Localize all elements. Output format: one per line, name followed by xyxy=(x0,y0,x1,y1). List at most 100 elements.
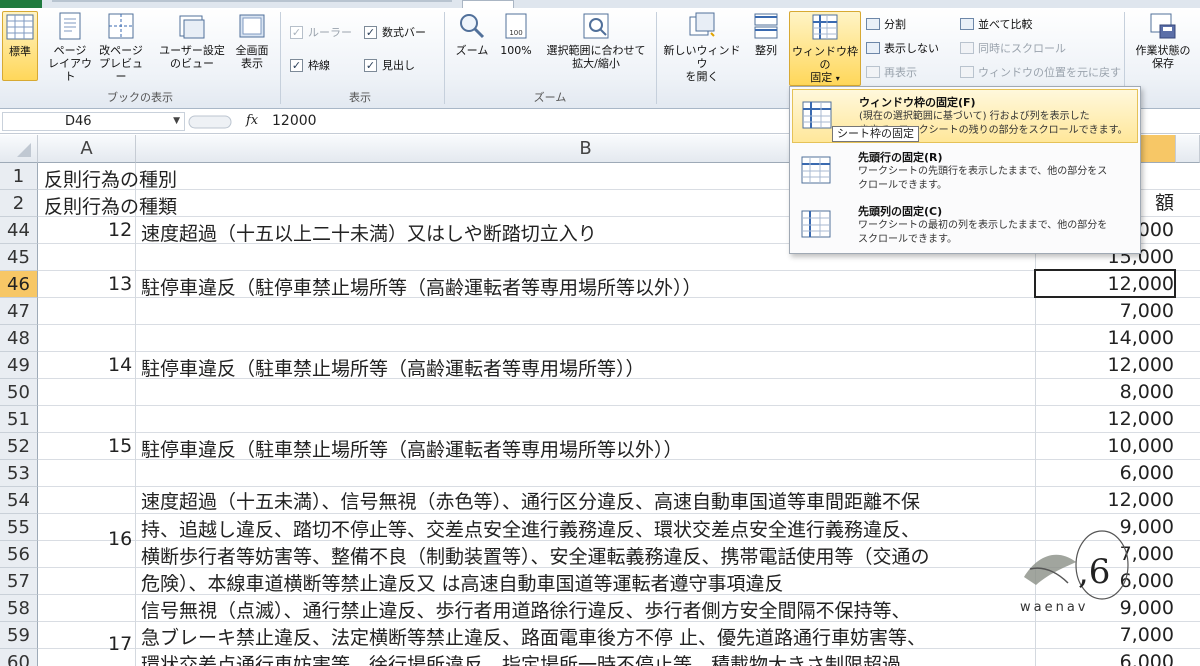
reset-window-position-button[interactable]: ウィンドウの位置を元に戻す xyxy=(960,64,1121,80)
row-header-2[interactable]: 2 xyxy=(0,190,38,217)
cell-d50[interactable]: 8,000 xyxy=(1036,379,1176,406)
column-header-e[interactable] xyxy=(1176,135,1200,163)
row-header-55[interactable]: 55 xyxy=(0,514,38,541)
cell-a44-number[interactable]: 12 xyxy=(108,219,132,241)
cell-b44-text[interactable]: 速度超過（十五以上二十未満）又はしや断踏切立入り xyxy=(141,219,597,246)
page-layout-button[interactable]: ページ レイアウト xyxy=(44,11,96,83)
cell-a16-number[interactable]: 16 xyxy=(108,528,132,550)
zoom-100-button[interactable]: 100 100% xyxy=(496,11,536,57)
view-side-by-side-button[interactable]: 並べて比較 xyxy=(960,16,1033,32)
unhide-window-button[interactable]: 再表示 xyxy=(866,64,917,80)
cell-a49-number[interactable]: 14 xyxy=(108,354,132,376)
arrange-button[interactable]: 整列 xyxy=(746,11,786,57)
row-header-48[interactable]: 48 xyxy=(0,325,38,352)
row-header-59[interactable]: 59 xyxy=(0,622,38,649)
cell-d47[interactable]: 7,000 xyxy=(1036,298,1176,325)
cell-a57[interactable] xyxy=(38,568,136,595)
cell-b56-line[interactable]: 横断歩行者等妨害等、整備不良（制動装置等）、安全運転義務違反、携帯電話使用等（交… xyxy=(141,542,930,569)
row-header-52[interactable]: 52 xyxy=(0,433,38,460)
cell-d60[interactable]: 6,000 xyxy=(1036,649,1176,666)
chevron-down-icon[interactable]: ▼ xyxy=(173,113,180,130)
full-screen-button[interactable]: 全画面 表示 xyxy=(230,11,274,70)
active-cell-d46[interactable] xyxy=(1034,269,1176,298)
cell-a52-number[interactable]: 15 xyxy=(108,435,132,457)
cell-d52[interactable]: 10,000 xyxy=(1036,433,1176,460)
row-header-58[interactable]: 58 xyxy=(0,595,38,622)
file-tab[interactable] xyxy=(0,0,42,8)
cell-d51[interactable]: 12,000 xyxy=(1036,406,1176,433)
cell-a54[interactable] xyxy=(38,487,136,514)
custom-views-button[interactable]: ユーザー設定 のビュー xyxy=(156,11,228,70)
row-header-1[interactable]: 1 xyxy=(0,163,38,190)
row-header-53[interactable]: 53 xyxy=(0,460,38,487)
freeze-panes-button[interactable]: ウィンドウ枠の 固定 ▾ xyxy=(789,11,861,86)
cell-d59[interactable]: 7,000 xyxy=(1036,622,1176,649)
cell-a1-text[interactable]: 反則行為の種別 xyxy=(44,165,177,192)
cell-b53[interactable] xyxy=(136,460,1036,487)
column-header-a[interactable]: A xyxy=(38,135,136,163)
cell-b52-text[interactable]: 駐停車違反（駐車禁止場所等（高齢運転者等専用場所等以外）） xyxy=(141,435,683,462)
cell-b50[interactable] xyxy=(136,379,1036,406)
row-header-50[interactable]: 50 xyxy=(0,379,38,406)
cell-b47[interactable] xyxy=(136,298,1036,325)
cell-a48[interactable] xyxy=(38,325,136,352)
row-header-60[interactable]: 60 xyxy=(0,649,38,666)
row-header-57[interactable]: 57 xyxy=(0,568,38,595)
formula-bar-resize-handle[interactable] xyxy=(188,114,232,130)
select-all-corner[interactable] xyxy=(0,135,38,163)
ruler-checkbox[interactable]: ✓ ルーラー xyxy=(290,24,352,40)
cell-b59-line[interactable]: 急ブレーキ禁止違反、法定横断等禁止違反、路面電車後方不停 止、優先道路通行車妨害… xyxy=(141,623,926,650)
row-header-56[interactable]: 56 xyxy=(0,541,38,568)
cell-a47[interactable] xyxy=(38,298,136,325)
cell-b51[interactable] xyxy=(136,406,1036,433)
row-header-44[interactable]: 44 xyxy=(0,217,38,244)
cell-b55-line[interactable]: 持、追越し違反、踏切不停止等、交差点安全進行義務違反、環状交差点安全進行義務違反… xyxy=(141,515,920,542)
cell-a45[interactable] xyxy=(38,244,136,271)
split-button[interactable]: 分割 xyxy=(866,16,906,32)
row-header-51[interactable]: 51 xyxy=(0,406,38,433)
row-header-47[interactable]: 47 xyxy=(0,298,38,325)
cell-a51[interactable] xyxy=(38,406,136,433)
menu-item-freeze-top-row[interactable]: 先頭行の固定(R) ワークシートの先頭行を表示したままで、他の部分をス クロール… xyxy=(792,145,1138,199)
cell-a2-text[interactable]: 反則行為の種類 xyxy=(44,192,177,219)
cell-b48[interactable] xyxy=(136,325,1036,352)
hide-window-button[interactable]: 表示しない xyxy=(866,40,939,56)
page-layout-label-2: レイアウト xyxy=(48,57,92,83)
cell-b49-text[interactable]: 駐停車違反（駐車禁止場所等（高齢運転者等専用場所等）） xyxy=(141,354,645,381)
formula-input[interactable]: 12000 xyxy=(272,113,317,129)
cell-b58-line[interactable]: 信号無視（点滅）、通行禁止違反、歩行者用道路徐行違反、歩行者側方安全間隔不保持等… xyxy=(141,596,911,623)
menu-item-freeze-first-column[interactable]: 先頭列の固定(C) ワークシートの最初の列を表示したままで、他の部分を スクロー… xyxy=(792,199,1138,253)
gridlines-checkbox[interactable]: ✓ 枠線 xyxy=(290,57,330,73)
cell-b57-line[interactable]: 危険）、本線車道横断等禁止違反又 は高速自動車国道等運転者遵守事項違反 xyxy=(141,569,784,596)
formula-bar-checkbox[interactable]: ✓ 数式バー xyxy=(364,24,426,40)
cell-b46-text[interactable]: 駐停車違反（駐停車禁止場所等（高齢運転者等専用場所等以外）） xyxy=(141,273,702,300)
row-header-54[interactable]: 54 xyxy=(0,487,38,514)
cell-a50[interactable] xyxy=(38,379,136,406)
insert-function-icon[interactable]: fx xyxy=(246,113,258,128)
cell-b60-line[interactable]: 環状交差点通行車妨害等、徐行場所違反、指定場所一時不停止等、積載物大きさ制限超過… xyxy=(141,650,920,666)
cell-b54-line[interactable]: 速度超過（十五未満）、信号無視（赤色等）、通行区分違反、高速自動車国道等車間距離… xyxy=(141,487,920,514)
cell-d54[interactable]: 12,000 xyxy=(1036,487,1176,514)
cell-d53[interactable]: 6,000 xyxy=(1036,460,1176,487)
cell-a58[interactable] xyxy=(38,595,136,622)
new-window-button[interactable]: 新しいウィンドウ を開く xyxy=(660,11,744,83)
tab-view[interactable] xyxy=(462,0,514,8)
arrange-label: 整列 xyxy=(755,44,777,57)
zoom-button[interactable]: ズーム xyxy=(452,11,492,57)
cell-d48[interactable]: 14,000 xyxy=(1036,325,1176,352)
name-box[interactable]: D46 ▼ xyxy=(2,112,185,131)
cell-a17-number[interactable]: 17 xyxy=(108,633,132,655)
synchronous-scrolling-button[interactable]: 同時にスクロール xyxy=(960,40,1066,56)
zoom-to-selection-button[interactable]: 選択範囲に合わせて 拡大/縮小 xyxy=(540,11,652,70)
page-break-preview-button[interactable]: 改ページ プレビュー xyxy=(96,11,146,83)
row-header-46[interactable]: 46 xyxy=(0,271,38,298)
cell-a46-number[interactable]: 13 xyxy=(108,273,132,295)
cell-d49[interactable]: 12,000 xyxy=(1036,352,1176,379)
menu-desc-line: ワークシートの先頭行を表示したままで、他の部分をス xyxy=(858,166,1108,177)
cell-a53[interactable] xyxy=(38,460,136,487)
save-workspace-button[interactable]: 作業状態の 保存 xyxy=(1128,11,1198,70)
normal-view-button[interactable]: 標準 xyxy=(2,11,38,81)
row-header-45[interactable]: 45 xyxy=(0,244,38,271)
row-header-49[interactable]: 49 xyxy=(0,352,38,379)
headings-checkbox[interactable]: ✓ 見出し xyxy=(364,57,415,73)
